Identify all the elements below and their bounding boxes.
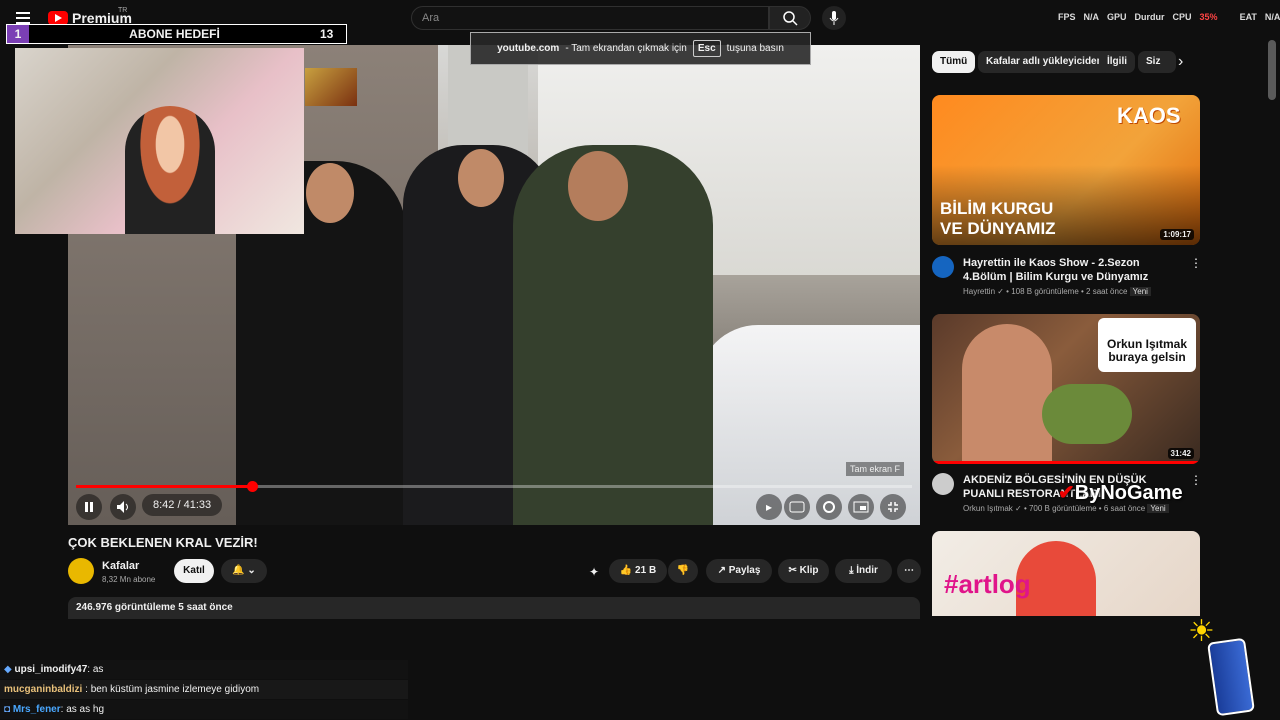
chat-message: mucganinbaldizi : ben küstüm jasmine izl… <box>0 680 408 699</box>
chip-you[interactable]: Siz <box>1138 51 1176 73</box>
pause-icon <box>85 502 93 512</box>
chip-from-uploader[interactable]: Kafalar adlı yükleyiciden <box>978 51 1111 73</box>
menu-icon[interactable] <box>16 12 30 24</box>
performance-hud: FPS N/A GPU Durdur CPU 35% EAT N/A <box>1058 12 1280 22</box>
subtitles-icon <box>789 501 805 513</box>
duration-badge: 31:42 <box>1167 448 1194 459</box>
video-meta: Hayrettin ✓ • 108 B görüntüleme • 2 saat… <box>963 287 1151 296</box>
chip-all[interactable]: Tümü <box>932 51 976 73</box>
chat-message: ◘ Mrs_fener: as as hg <box>0 700 408 719</box>
webcam-overlay <box>15 48 304 234</box>
download-button[interactable]: ⤓ İndir <box>835 559 892 583</box>
pause-button[interactable] <box>76 494 102 520</box>
description-box[interactable]: 246.976 görüntüleme 5 saat önce <box>68 597 920 619</box>
country-code: TR <box>118 7 128 14</box>
miniplayer-button[interactable] <box>848 494 874 520</box>
clip-button[interactable]: ✂ Klip <box>778 559 829 583</box>
subscriber-count: 8,32 Mn abone <box>102 575 156 584</box>
settings-button[interactable] <box>816 494 842 520</box>
channel-name[interactable]: Kafalar <box>102 560 139 572</box>
chat-message: ◆ upsi_imodify47: as <box>0 660 408 679</box>
search-button[interactable] <box>769 6 811 30</box>
energy-drink-can <box>1207 637 1255 717</box>
video-thumbnail[interactable]: KAOS BİLİM KURGU VE DÜNYAMIZ 1:09:17 <box>932 95 1200 245</box>
chip-related[interactable]: İlgili <box>1099 51 1135 73</box>
like-button[interactable]: 👍 21 B <box>609 559 667 583</box>
streamer <box>125 106 215 234</box>
share-button[interactable]: ↗ Paylaş <box>706 559 772 583</box>
autoplay-toggle[interactable]: ▸ <box>756 494 782 520</box>
exit-fullscreen-button[interactable] <box>880 494 906 520</box>
stream-thumbnail <box>305 68 357 106</box>
progress-played <box>76 485 252 488</box>
video-title[interactable]: Hayrettin ile Kaos Show - 2.Sezon 4.Bölü… <box>963 256 1183 284</box>
channel-avatar[interactable] <box>932 256 954 278</box>
volume-icon <box>117 501 128 513</box>
youtube-play-icon <box>48 11 68 25</box>
more-options-icon[interactable]: ⋮ <box>1190 473 1202 487</box>
watched-progress <box>932 461 1200 464</box>
video-thumbnail[interactable]: Orkun Işıtmak buraya gelsin 31:42 <box>932 314 1200 464</box>
chat-badge-icon: ◘ <box>4 704 11 715</box>
video-title: ÇOK BEKLENEN KRAL VEZİR! <box>68 535 258 550</box>
video-meta: Orkun Işıtmak ✓ • 700 B görüntüleme • 6 … <box>963 504 1169 513</box>
more-actions-button[interactable]: ⋯ <box>897 559 921 583</box>
dislike-button[interactable]: 👎 <box>668 559 698 583</box>
voice-search-button[interactable] <box>822 6 846 30</box>
page-scrollbar[interactable] <box>1268 40 1276 100</box>
fullscreen-hint: Tam ekran F <box>846 462 905 476</box>
channel-avatar[interactable] <box>68 558 94 584</box>
search-icon <box>783 11 798 26</box>
fullscreen-toast: youtube.com - Tam ekrandan çıkmak için E… <box>470 32 811 65</box>
duration-badge: 1:09:17 <box>1160 229 1194 240</box>
exit-fullscreen-icon <box>888 502 898 512</box>
microphone-icon <box>829 11 839 25</box>
super-thanks-icon[interactable]: ✦ <box>589 565 599 579</box>
gear-icon <box>823 501 835 513</box>
channel-avatar[interactable] <box>932 473 954 495</box>
video-thumbnail[interactable]: #artlog <box>932 531 1200 616</box>
more-options-icon[interactable]: ⋮ <box>1190 256 1202 270</box>
volume-button[interactable] <box>110 494 136 520</box>
chevron-right-icon[interactable]: › <box>1178 53 1183 71</box>
join-button[interactable]: Katıl <box>174 559 214 583</box>
time-display: 8:42 / 41:33 <box>142 494 223 516</box>
subscribe-notification-button[interactable]: 🔔 ⌄ <box>221 559 267 583</box>
subtitles-button[interactable] <box>784 494 810 520</box>
search-input[interactable]: Ara <box>411 6 769 30</box>
miniplayer-icon <box>853 501 869 513</box>
bynogame-watermark: ✔ByNoGame <box>1058 482 1183 504</box>
chat-badge-icon: ◆ <box>4 664 12 675</box>
subscriber-goal-widget: 1 ABONE HEDEFİ 13 <box>6 24 347 44</box>
progress-scrubber[interactable] <box>247 481 258 492</box>
